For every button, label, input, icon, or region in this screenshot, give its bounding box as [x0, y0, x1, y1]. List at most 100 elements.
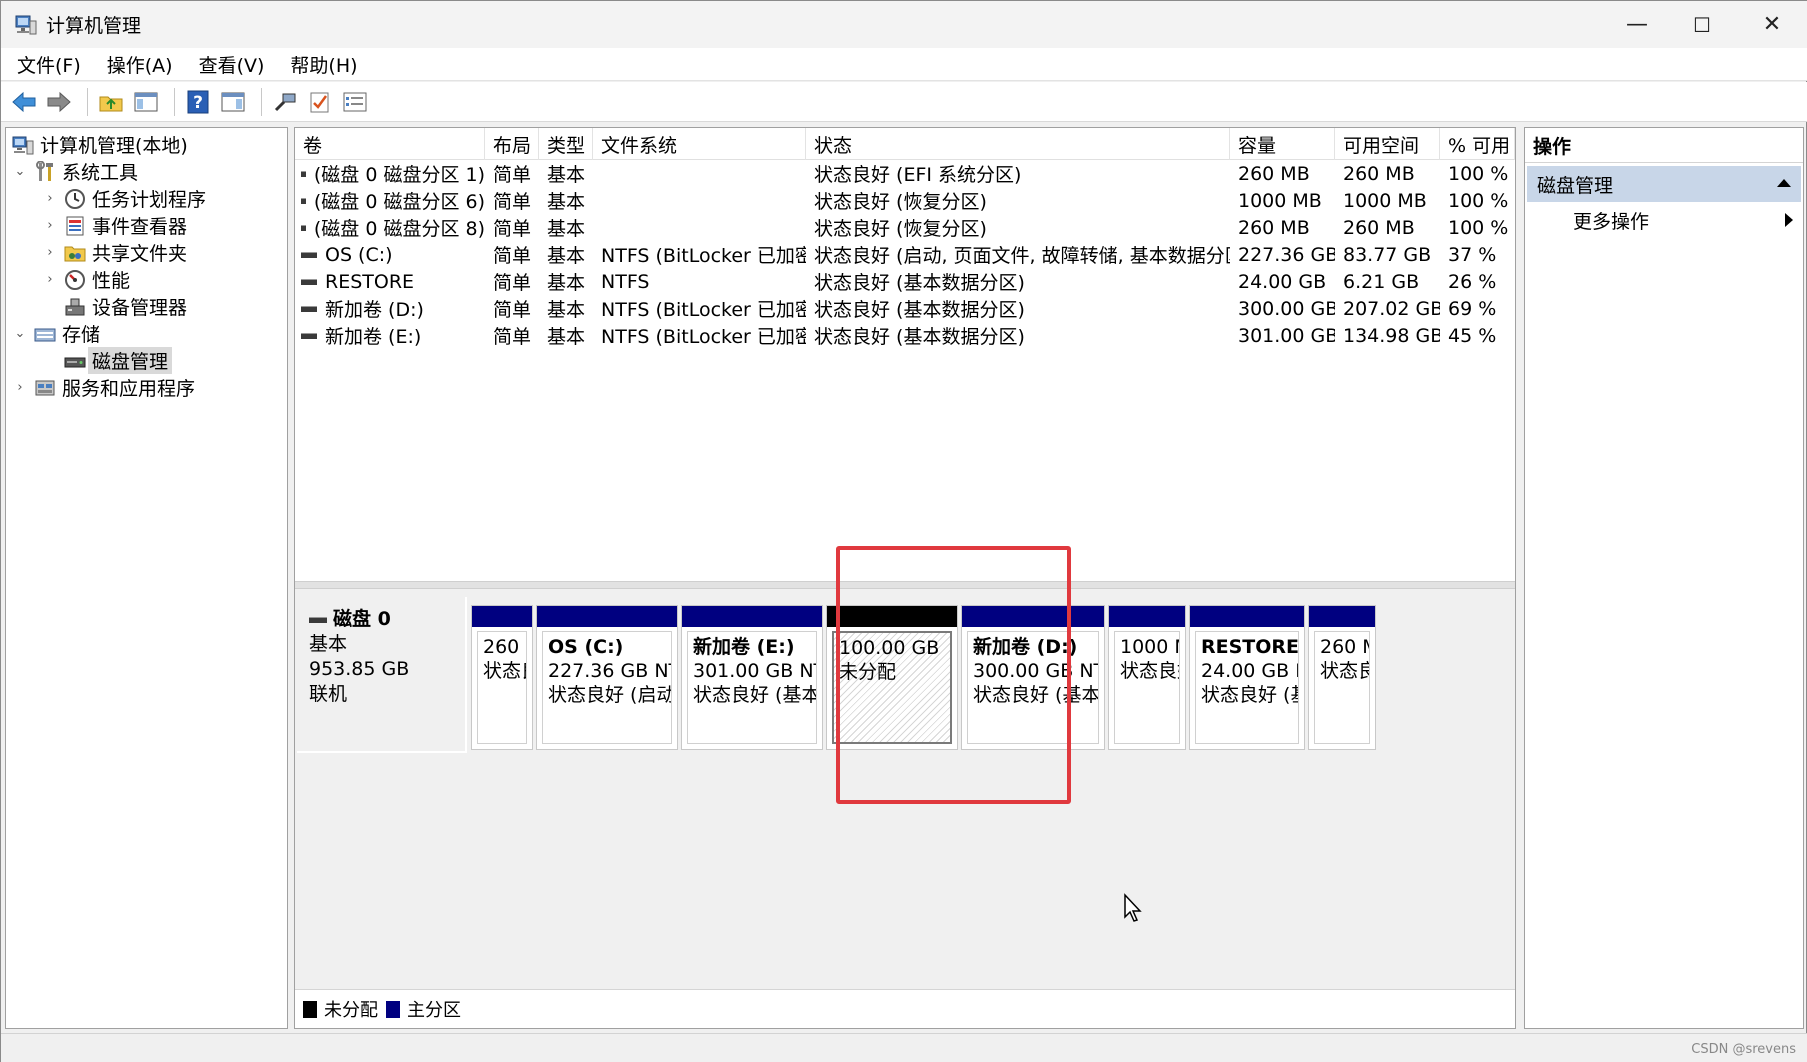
toolbar-separator	[174, 87, 175, 116]
close-button[interactable]: ✕	[1733, 1, 1807, 48]
cell-capacity: 300.00 GB	[1238, 295, 1335, 322]
tree-item-task-scheduler[interactable]: › 任务计划程序	[42, 185, 206, 212]
maximize-button[interactable]: ☐	[1663, 1, 1741, 48]
table-row[interactable]: (磁盘 0 磁盘分区 1) 简单 基本 状态良好 (EFI 系统分区) 260 MB 26…	[295, 160, 1515, 187]
cell-text: OS (C:)	[325, 243, 393, 266]
window-title: 计算机管理	[46, 15, 142, 37]
cell-status: 状态良好 (启动, 页面文件, 故障转储, 基本数据分区)	[814, 241, 1230, 268]
table-row[interactable]: OS (C:) 简单 基本 NTFS (BitLocker 已加密) 状态良好 (启动,…	[295, 241, 1515, 268]
cell-text: (磁盘 0 磁盘分区 8)	[313, 218, 485, 240]
partition-type-bar	[537, 606, 677, 627]
chevron-right-icon[interactable]: ›	[42, 218, 58, 233]
volume-icon	[301, 224, 306, 231]
partition-recovery-2[interactable]: 260 M状态良	[1308, 605, 1376, 750]
cell-type: 基本	[547, 322, 597, 349]
partition-os-c[interactable]: OS (C:)227.36 GB NTFS (状态良好 (启动, 页	[536, 605, 678, 750]
cell-capacity: 260 MB	[1238, 160, 1335, 187]
column-header-capacity[interactable]: 容量	[1230, 128, 1335, 160]
tree-label: 事件查看器	[92, 216, 188, 238]
tree-label: 系统工具	[62, 162, 139, 184]
help-icon: ?	[187, 90, 209, 113]
chevron-down-icon[interactable]: ⌄	[12, 326, 28, 341]
cell-text: 260 MB	[1343, 162, 1415, 185]
partition-restore[interactable]: RESTORE24.00 GB NTI状态良好 (基本	[1189, 605, 1305, 750]
help-button[interactable]: ?	[183, 87, 213, 117]
tree-item-disk-management[interactable]: 磁盘管理	[64, 347, 173, 374]
disk-name: 磁盘 0	[333, 608, 391, 630]
cell-text: 301.00 GB	[1238, 324, 1335, 347]
list-view-button[interactable]	[340, 87, 370, 117]
properties-button[interactable]	[305, 87, 335, 117]
clock-icon	[64, 188, 86, 210]
tree-item-device-manager[interactable]: 设备管理器	[64, 293, 187, 320]
table-row[interactable]: 新加卷 (D:) 简单 基本 NTFS (BitLocker 已加密) 状态良好 (基本…	[295, 295, 1515, 322]
cell-type: 基本	[547, 160, 597, 187]
cell-type: 基本	[547, 268, 597, 295]
tree-item-shared-folders[interactable]: › 共享文件夹	[42, 239, 187, 266]
partition-title: OS (C:)	[548, 636, 624, 658]
connect-button[interactable]	[270, 87, 300, 117]
menu-help[interactable]: 帮助(H)	[280, 51, 367, 78]
tree-item-services-apps[interactable]: › 服务和应用程序	[12, 374, 195, 401]
show-hide-tree-button[interactable]	[131, 87, 161, 117]
partition-efi[interactable]: 260 M状态良	[471, 605, 533, 750]
tree-item-system-tools[interactable]: ⌄ 系统工具	[12, 158, 138, 185]
show-hide-action-pane-button[interactable]	[218, 87, 248, 117]
column-header-percent-free[interactable]: % 可用	[1440, 128, 1515, 160]
action-section-disk-management[interactable]: 磁盘管理	[1527, 166, 1801, 202]
chevron-right-icon[interactable]: ›	[12, 380, 28, 395]
cell-text: 100 %	[1448, 162, 1509, 185]
partition-e[interactable]: 新加卷 (E:)301.00 GB NTFS (状态良好 (基本数据	[681, 605, 823, 750]
collapse-up-icon[interactable]	[1777, 179, 1791, 187]
computer-management-window: 计算机管理 — ☐ ✕ 文件(F) 操作(A) 查看(V) 帮助(H) ? 计算…	[0, 0, 1807, 1062]
cell-filesystem: NTFS	[601, 268, 806, 295]
partition-details: 260 M状态良	[1314, 631, 1370, 744]
tree-item-event-viewer[interactable]: › 事件查看器	[42, 212, 187, 239]
back-button[interactable]	[9, 87, 39, 117]
up-one-level-button[interactable]	[96, 87, 126, 117]
cell-text: 简单	[493, 272, 532, 294]
forward-button[interactable]	[44, 87, 74, 117]
column-header-volume[interactable]: 卷	[295, 128, 485, 160]
cell-text: 简单	[493, 245, 532, 267]
table-row[interactable]: 新加卷 (E:) 简单 基本 NTFS (BitLocker 已加密) 状态良好 (基本…	[295, 322, 1515, 349]
tree-item-storage[interactable]: ⌄ 存储	[12, 320, 100, 347]
tree-item-performance[interactable]: › 性能	[42, 266, 130, 293]
chevron-right-icon[interactable]: ›	[42, 272, 58, 287]
tree-label: 存储	[62, 324, 101, 346]
forward-arrow-icon	[47, 91, 71, 112]
services-apps-icon	[34, 377, 56, 399]
disk-0-label[interactable]: 磁盘 0 基本 953.85 GB 联机	[297, 597, 467, 753]
column-header-filesystem[interactable]: 文件系统	[593, 128, 806, 160]
cell-text: 新加卷 (D:)	[325, 299, 424, 321]
more-actions-label: 更多操作	[1573, 210, 1650, 233]
chevron-right-icon[interactable]: ›	[42, 191, 58, 206]
column-header-layout[interactable]: 布局	[485, 128, 539, 160]
tree-label: 磁盘管理	[88, 347, 173, 374]
menu-view[interactable]: 查看(V)	[189, 51, 275, 78]
table-row[interactable]: RESTORE 简单 基本 NTFS 状态良好 (基本数据分区) 24.00 GB 6.21…	[295, 268, 1515, 295]
tree-label: 任务计划程序	[92, 189, 207, 211]
zoom-icon	[274, 93, 296, 111]
cell-text: 简单	[493, 164, 532, 186]
cell-text: 基本	[547, 326, 586, 348]
column-header-free-space[interactable]: 可用空间	[1335, 128, 1440, 160]
menu-action[interactable]: 操作(A)	[97, 51, 183, 78]
column-header-status[interactable]: 状态	[806, 128, 1230, 160]
tree-item-computer-management[interactable]: 计算机管理(本地)	[12, 131, 188, 158]
legend-unallocated: 未分配	[324, 1000, 378, 1021]
partition-recovery[interactable]: 1000 MI状态良好	[1108, 605, 1186, 750]
more-actions-item[interactable]: 更多操作	[1525, 202, 1803, 238]
chevron-down-icon[interactable]: ⌄	[12, 164, 28, 179]
cell-text: 基本	[547, 272, 586, 294]
column-header-type[interactable]: 类型	[539, 128, 593, 160]
cell-text: (磁盘 0 磁盘分区 6)	[313, 191, 485, 213]
menu-file[interactable]: 文件(F)	[7, 51, 91, 78]
volume-list-header: 卷 布局 类型 文件系统 状态 容量 可用空间 % 可用	[295, 128, 1515, 160]
chevron-right-icon[interactable]: ›	[42, 245, 58, 260]
cell-type: 基本	[547, 214, 597, 241]
cell-volume-name: (磁盘 0 磁盘分区 6)	[301, 187, 485, 214]
table-row[interactable]: (磁盘 0 磁盘分区 8) 简单 基本 状态良好 (恢复分区) 260 MB 260 MB…	[295, 214, 1515, 241]
cell-layout: 简单	[493, 214, 543, 241]
table-row[interactable]: (磁盘 0 磁盘分区 6) 简单 基本 状态良好 (恢复分区) 1000 MB 1000 …	[295, 187, 1515, 214]
